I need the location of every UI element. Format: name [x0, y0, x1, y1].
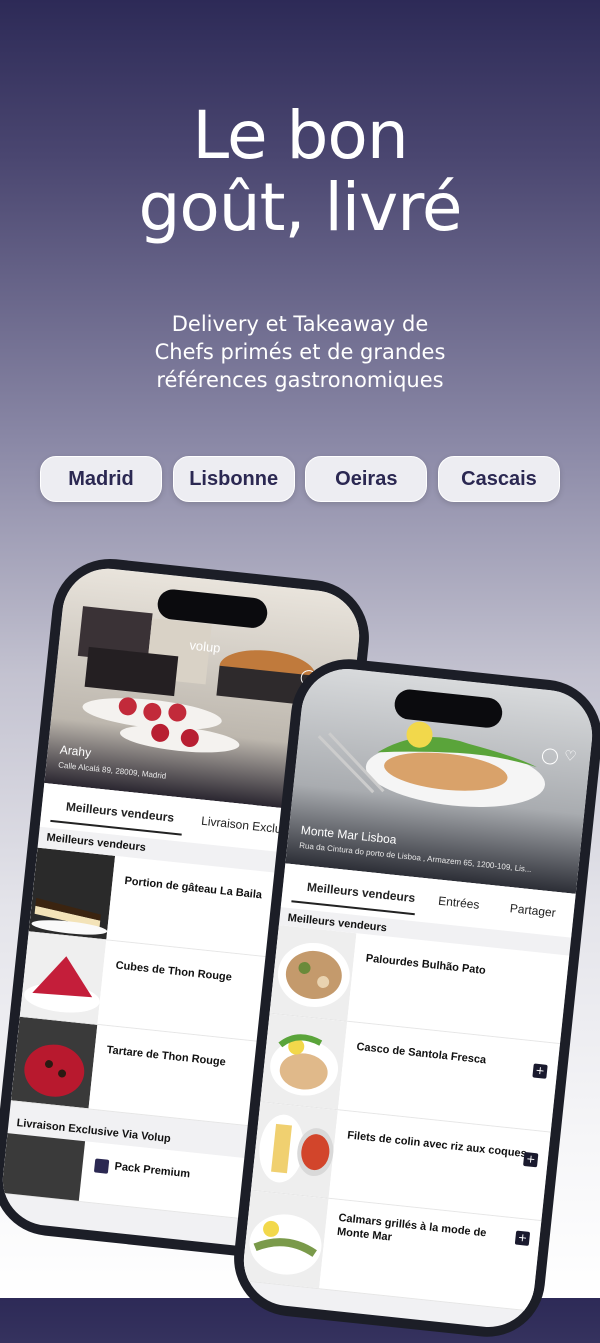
hero-title-line-2: goût, livré: [138, 169, 463, 246]
hero-subtitle-line-1: Delivery et Takeaway de: [171, 312, 429, 336]
hero-title-line-1: Le bon: [192, 97, 408, 174]
item-name: Palourdes Bulhão Pato: [365, 952, 487, 977]
tab-entrees[interactable]: Entrées: [438, 894, 481, 912]
item-image: [28, 847, 116, 940]
item-image: [10, 1016, 98, 1109]
city-button-oeiras[interactable]: Oeiras: [305, 456, 428, 502]
add-to-cart-button[interactable]: +: [532, 1063, 548, 1079]
pack-icon: [93, 1158, 110, 1174]
tab-meilleurs-vendeurs[interactable]: Meilleurs vendeurs: [65, 799, 175, 824]
item-name: Filets de colin avec riz aux coques: [346, 1129, 528, 1161]
hero-subtitle-line-2: Chefs primés et de grandes: [154, 340, 446, 364]
city-button-cascais[interactable]: Cascais: [437, 456, 560, 502]
tab-partager[interactable]: Partager: [509, 901, 556, 920]
hero-subtitle-line-3: références gastronomiques: [156, 368, 444, 392]
item-image: [241, 1190, 329, 1289]
tab-meilleurs-vendeurs[interactable]: Meilleurs vendeurs: [306, 880, 416, 905]
item-image: [1, 1133, 86, 1201]
item-name: Cubes de Thon Rouge: [115, 959, 233, 984]
tab-livraison-exclusive[interactable]: Livraison Exclu: [201, 814, 283, 836]
item-image: [251, 1102, 338, 1198]
item-image: [260, 1013, 348, 1110]
add-to-cart-button[interactable]: +: [523, 1151, 539, 1168]
favorite-heart-icon[interactable]: ♡: [563, 748, 577, 765]
city-button-lisbonne[interactable]: Lisbonne: [172, 456, 295, 502]
item-name: Tartare de Thon Rouge: [106, 1044, 227, 1069]
item-name: Casco de Santola Fresca: [355, 1040, 487, 1067]
city-button-madrid[interactable]: Madrid: [40, 456, 162, 502]
city-selector: Madrid Lisbonne Oeiras Cascais: [40, 456, 560, 502]
hero-subtitle: Delivery et Takeaway de Chefs primés et …: [0, 310, 600, 394]
item-name: Portion de gâteau La Baila: [123, 874, 263, 902]
phone-right-screen: ♡ Monte Mar Lisboa Rua da Cintura do por…: [239, 664, 597, 1332]
item-name: Pack Premium: [113, 1160, 191, 1181]
item-image: [19, 932, 107, 1024]
hero-title: Le bon goût, livré: [0, 100, 600, 244]
add-to-cart-button[interactable]: +: [514, 1230, 531, 1246]
brand-logo: volup: [188, 637, 222, 656]
item-image: [269, 925, 357, 1021]
